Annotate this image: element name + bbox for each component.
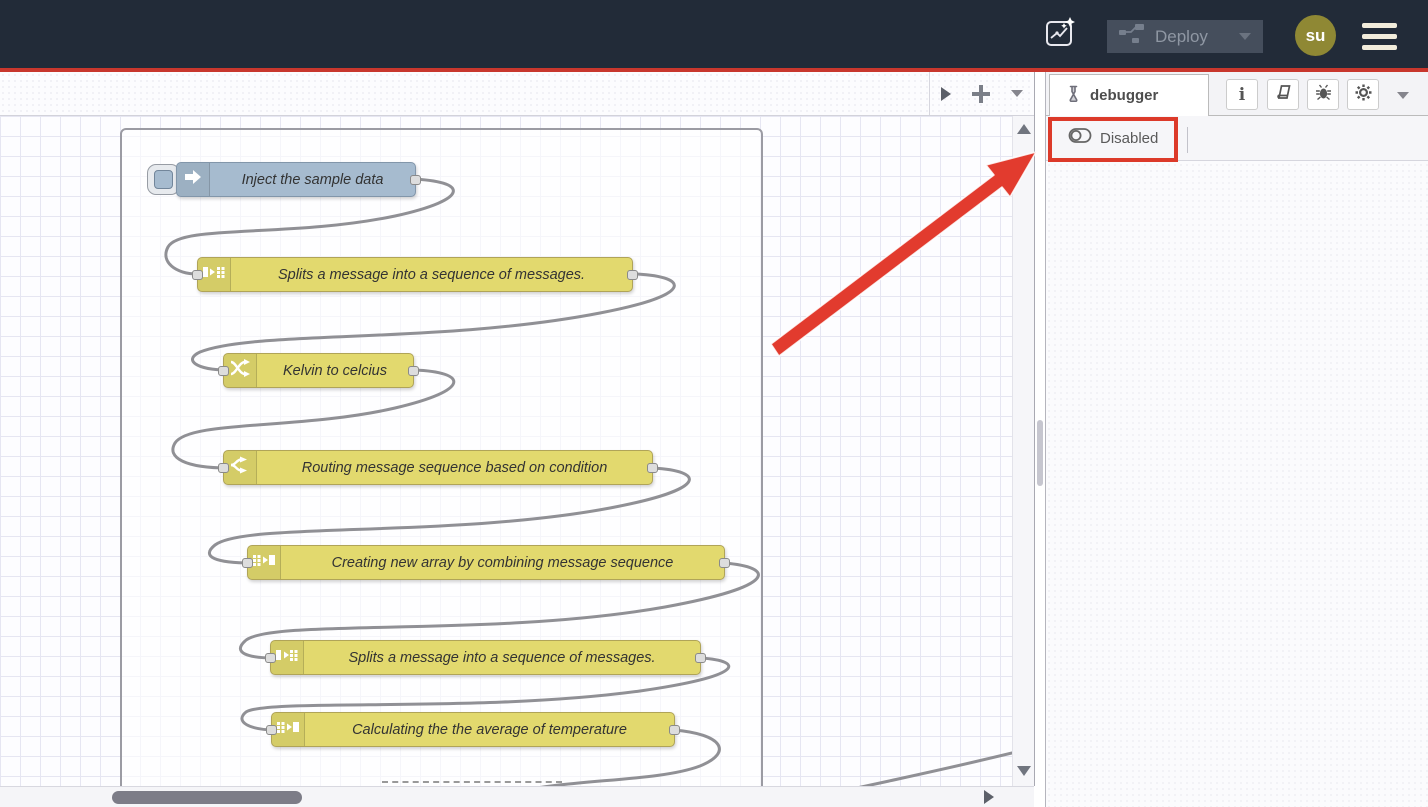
sidebar: debugger i xyxy=(1045,72,1428,807)
sidebar-header: debugger i xyxy=(1046,72,1428,116)
add-flow-icon[interactable] xyxy=(972,85,990,103)
toggle-off-icon xyxy=(1068,127,1092,149)
node-label: Inject the sample data xyxy=(210,163,415,196)
output-port[interactable] xyxy=(627,270,638,280)
docs-button[interactable] xyxy=(1267,79,1299,110)
input-port[interactable] xyxy=(266,725,277,735)
node-label: Routing message sequence based on condit… xyxy=(257,451,652,484)
input-port[interactable] xyxy=(265,653,276,663)
input-port[interactable] xyxy=(192,270,203,280)
main-menu-button[interactable] xyxy=(1362,23,1397,50)
wire xyxy=(760,753,1012,786)
node-split-1[interactable]: Splits a message into a sequence of mess… xyxy=(197,257,633,292)
app-header: Deploy su xyxy=(0,0,1428,68)
book-icon xyxy=(1275,84,1292,105)
partial-node-outline xyxy=(382,781,562,783)
bug-icon xyxy=(1315,84,1332,106)
toolbar-separator xyxy=(1187,127,1188,153)
tab-bar-controls xyxy=(929,72,1034,115)
node-split-2[interactable]: Splits a message into a sequence of mess… xyxy=(270,640,701,675)
output-port[interactable] xyxy=(647,463,658,473)
info-icon: i xyxy=(1239,85,1245,105)
output-port[interactable] xyxy=(669,725,680,735)
workspace-tab-bar xyxy=(0,72,1034,116)
info-button[interactable]: i xyxy=(1226,79,1258,110)
disabled-toggle-label: Disabled xyxy=(1100,130,1158,147)
menu-icon xyxy=(1362,23,1397,28)
join-icon xyxy=(253,552,275,573)
node-label: Creating new array by combining message … xyxy=(281,546,724,579)
node-join-1[interactable]: Creating new array by combining message … xyxy=(247,545,725,580)
horizontal-scrollbar[interactable] xyxy=(0,786,1034,807)
switch-fork-icon xyxy=(230,456,250,479)
input-port[interactable] xyxy=(242,558,253,568)
ai-assistant-button[interactable] xyxy=(1041,16,1079,54)
user-avatar[interactable]: su xyxy=(1295,15,1336,56)
node-label: Calculating the the average of temperatu… xyxy=(305,713,674,746)
sidebar-tab-label: debugger xyxy=(1090,87,1158,104)
deploy-nodes-icon xyxy=(1119,24,1145,49)
node-change[interactable]: Kelvin to celcius xyxy=(223,353,414,388)
join-icon xyxy=(277,719,299,740)
flask-icon xyxy=(1066,85,1081,107)
sidebar-menu-chevron-icon[interactable] xyxy=(1397,92,1409,99)
gear-icon xyxy=(1355,84,1372,106)
input-port[interactable] xyxy=(218,463,229,473)
scroll-up-icon[interactable] xyxy=(1017,124,1031,134)
node-inject[interactable]: Inject the sample data xyxy=(176,162,416,197)
horizontal-scrollbar-thumb[interactable] xyxy=(112,791,302,804)
debug-button[interactable] xyxy=(1307,79,1339,110)
node-label: Splits a message into a sequence of mess… xyxy=(304,641,700,674)
split-icon xyxy=(203,264,225,285)
vertical-scrollbar[interactable] xyxy=(1035,72,1045,807)
avatar-initials: su xyxy=(1306,26,1326,46)
node-label: Splits a message into a sequence of mess… xyxy=(231,258,632,291)
node-label: Kelvin to celcius xyxy=(257,354,413,387)
debugger-toolbar: Disabled xyxy=(1046,116,1428,161)
node-red-app: Deploy su xyxy=(0,0,1428,807)
deploy-button[interactable]: Deploy xyxy=(1107,20,1263,53)
debugger-disabled-toggle[interactable]: Disabled xyxy=(1068,127,1158,149)
output-port[interactable] xyxy=(719,558,730,568)
flow-list-chevron-icon[interactable] xyxy=(1011,90,1023,97)
output-port[interactable] xyxy=(410,175,421,185)
inject-arrow-icon xyxy=(184,169,202,190)
change-shuffle-icon xyxy=(230,359,250,382)
node-switch[interactable]: Routing message sequence based on condit… xyxy=(223,450,653,485)
scroll-down-icon[interactable] xyxy=(1017,766,1031,776)
tab-scroll-right-icon[interactable] xyxy=(941,87,951,101)
output-port[interactable] xyxy=(695,653,706,663)
settings-button[interactable] xyxy=(1347,79,1379,110)
deploy-chevron-icon[interactable] xyxy=(1239,33,1251,40)
node-join-2[interactable]: Calculating the the average of temperatu… xyxy=(271,712,675,747)
scroll-right-icon[interactable] xyxy=(984,790,994,804)
sidebar-tab-debugger[interactable]: debugger xyxy=(1049,74,1209,116)
flow-canvas[interactable]: Inject the sample data Splits a message … xyxy=(0,116,1012,786)
vertical-scrollbar-thumb[interactable] xyxy=(1037,420,1043,486)
canvas-vertical-scroll-gutter xyxy=(1012,116,1034,786)
split-icon xyxy=(276,647,298,668)
output-port[interactable] xyxy=(408,366,419,376)
ai-flow-icon xyxy=(1041,14,1079,57)
deploy-button-label: Deploy xyxy=(1155,27,1208,47)
input-port[interactable] xyxy=(218,366,229,376)
